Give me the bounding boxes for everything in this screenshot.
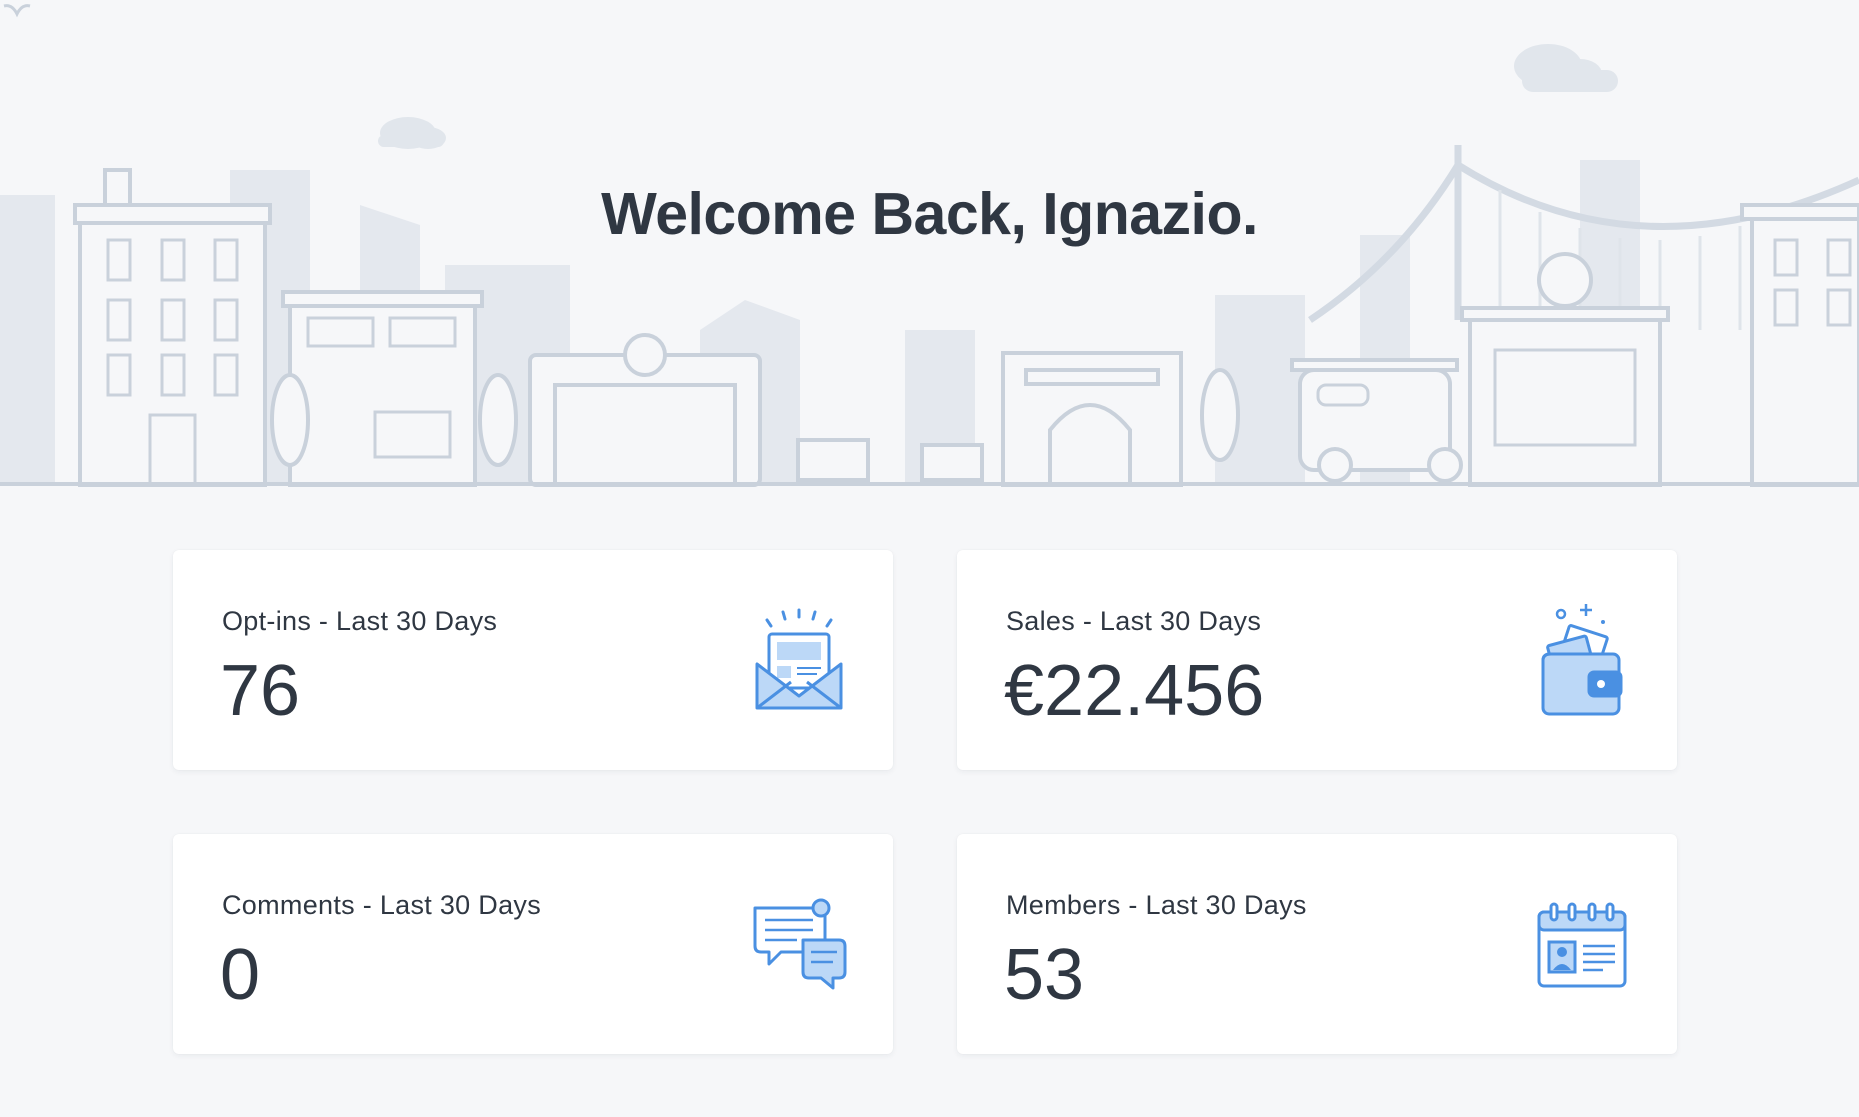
member-card-calendar-icon bbox=[1537, 902, 1627, 988]
stat-card-optins[interactable]: Opt-ins - Last 30 Days 76 bbox=[173, 550, 893, 770]
stat-value: 76 bbox=[220, 651, 301, 731]
stat-value: 53 bbox=[1004, 935, 1085, 1015]
wallet-icon bbox=[1541, 604, 1623, 716]
stat-card-members[interactable]: Members - Last 30 Days 53 bbox=[957, 834, 1677, 1054]
bird-icon bbox=[3, 4, 31, 18]
stat-value: €22.456 bbox=[1004, 651, 1265, 731]
stat-value: 0 bbox=[220, 935, 261, 1015]
stat-label: Members - Last 30 Days bbox=[1006, 890, 1307, 920]
stat-label: Sales - Last 30 Days bbox=[1006, 606, 1262, 636]
stat-card-comments[interactable]: Comments - Last 30 Days 0 bbox=[173, 834, 893, 1054]
stat-label: Opt-ins - Last 30 Days bbox=[222, 606, 498, 636]
stat-card-sales[interactable]: Sales - Last 30 Days €22.456 bbox=[957, 550, 1677, 770]
city-illustration-header: Welcome Back, Ignazio. bbox=[0, 0, 1859, 490]
welcome-heading: Welcome Back, Ignazio. bbox=[601, 181, 1258, 247]
chat-bubbles-icon bbox=[753, 898, 847, 990]
newsletter-envelope-icon bbox=[755, 608, 843, 710]
stats-grid: Opt-ins - Last 30 Days 76 Sales - Last 3… bbox=[173, 550, 1677, 1054]
stat-label: Comments - Last 30 Days bbox=[222, 890, 542, 920]
